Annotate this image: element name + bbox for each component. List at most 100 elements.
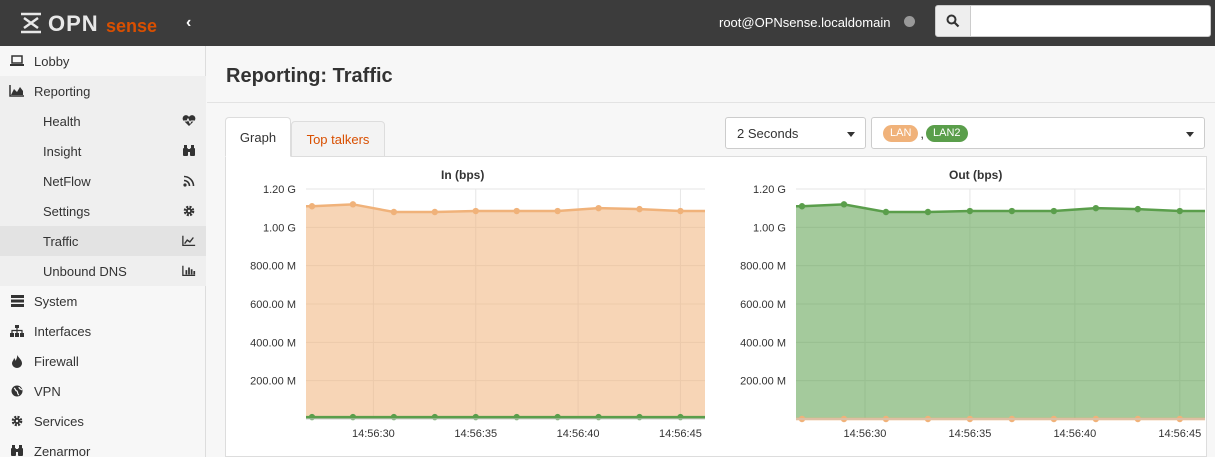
sidebar-item-reporting[interactable]: Reporting — [0, 76, 206, 106]
sidebar-item-interfaces[interactable]: Interfaces — [0, 316, 206, 346]
cog-icon — [182, 204, 196, 218]
x-tick-label: 14:56:35 — [454, 428, 497, 440]
x-tick-label: 14:56:30 — [844, 428, 887, 440]
chevron-down-icon — [847, 132, 855, 137]
sidebar-item-label: Unbound DNS — [43, 263, 127, 279]
graph-panel: In (bps) Out (bps) 14:56:30 14:56:35 14:56… — [225, 156, 1207, 457]
sidebar-item-insight[interactable]: Insight — [0, 136, 206, 166]
y-tick-label: 1.00 G — [263, 222, 296, 234]
sidebar-item-label: Health — [43, 113, 81, 129]
sidebar-item-lobby[interactable]: Lobby — [0, 46, 206, 76]
sidebar-item-label: Services — [34, 413, 84, 429]
sidebar-item-health[interactable]: Health — [0, 106, 206, 136]
sidebar-item-traffic[interactable]: Traffic — [0, 226, 206, 256]
sidebar-item-zenarmor[interactable]: Zenarmor — [0, 436, 206, 457]
y-tick-label: 200.00 M — [250, 376, 296, 388]
sidebar-item-label: Lobby — [34, 53, 70, 69]
x-tick-label: 14:56:35 — [949, 428, 992, 440]
sitemap-icon — [9, 325, 25, 337]
rss-icon — [182, 174, 196, 188]
interface-tag-lan2[interactable]: LAN2 — [926, 124, 968, 142]
data-point-lan2 — [1008, 207, 1016, 215]
heartbeat-icon — [182, 114, 196, 128]
search-button[interactable] — [935, 5, 971, 37]
data-point-lan — [595, 204, 602, 212]
tab-graph[interactable]: Graph — [225, 117, 291, 157]
sidebar-item-system[interactable]: System — [0, 286, 206, 316]
search-icon — [946, 14, 960, 28]
data-point-lan2 — [1050, 207, 1058, 215]
sidebar-item-label: System — [34, 293, 78, 309]
collapse-sidebar-button[interactable]: ‹ — [186, 14, 191, 32]
data-point-lan2 — [798, 203, 806, 210]
y-tick-label: 200.00 M — [740, 376, 786, 388]
sidebar-item-label: Firewall — [34, 353, 79, 369]
sidebar-item-services[interactable]: Services — [0, 406, 206, 436]
sidebar-item-vpn[interactable]: VPN — [0, 376, 206, 406]
data-point-lan — [431, 208, 439, 216]
sidebar-item-label: Settings — [43, 203, 90, 219]
sidebar-item-unbound-dns[interactable]: Unbound DNS — [0, 256, 206, 286]
data-point-lan2 — [1092, 204, 1100, 212]
sidebar-item-settings[interactable]: Settings — [0, 196, 206, 226]
fire-icon — [9, 354, 25, 368]
sidebar-item-label: Reporting — [34, 83, 91, 99]
binoculars-icon — [9, 445, 25, 457]
tab-top-talkers[interactable]: Top talkers — [291, 121, 385, 157]
sidebar-item-netflow[interactable]: NetFlow — [0, 166, 206, 196]
y-tick-label: 1.00 G — [753, 222, 786, 234]
y-tick-label: 1.20 G — [263, 184, 296, 196]
interface-separator: , — [920, 125, 925, 141]
top-navbar: OPN sense ‹ root@OPNsense.localdomain — [0, 0, 1215, 46]
y-tick-label: 400.00 M — [250, 337, 296, 349]
sidebar-item-firewall[interactable]: Firewall — [0, 346, 206, 376]
x-tick-label: 14:56:45 — [659, 428, 702, 440]
x-tick-label: 14:56:45 — [1158, 428, 1201, 440]
search-input[interactable] — [971, 5, 1211, 37]
series-area-lan — [306, 204, 705, 419]
svg-text:OPN: OPN — [48, 11, 99, 36]
data-point-lan2 — [924, 208, 932, 216]
svg-text:sense: sense — [106, 16, 157, 36]
data-point-lan — [677, 207, 684, 215]
series-area-lan2 — [796, 204, 1205, 419]
y-tick-label: 800.00 M — [250, 261, 296, 273]
y-tick-label: 600.00 M — [250, 299, 296, 311]
chart-out: 14:56:30 14:56:35 14:56:40 14:56:45 200.00 M… — [740, 184, 1205, 440]
sidebar-item-label: Traffic — [43, 233, 79, 249]
data-point-lan — [390, 208, 398, 216]
interval-select[interactable]: 2 Seconds — [725, 117, 866, 149]
data-point-lan2 — [840, 201, 848, 208]
chart-in: 14:56:30 14:56:35 14:56:40 14:56:45 200.00 M… — [250, 184, 705, 440]
x-tick-label: 14:56:30 — [352, 428, 395, 440]
data-point-lan2 — [882, 208, 890, 216]
sidebar: Lobby Reporting Health Insight NetFlow S… — [0, 46, 206, 457]
title-divider — [207, 102, 1215, 103]
opnsense-logo[interactable]: OPN sense — [18, 8, 168, 38]
x-tick-label: 14:56:40 — [1053, 428, 1096, 440]
laptop-icon — [9, 55, 25, 67]
area-chart-icon — [9, 85, 25, 97]
data-point-lan — [554, 207, 561, 215]
interface-tag-lan[interactable]: LAN — [883, 124, 919, 142]
sidebar-item-label: NetFlow — [43, 173, 91, 189]
data-point-lan2 — [1134, 205, 1142, 213]
binoculars-icon — [182, 144, 196, 158]
data-point-lan2 — [1176, 207, 1184, 215]
y-tick-label: 800.00 M — [740, 261, 786, 273]
y-tick-label: 1.20 G — [753, 184, 786, 196]
sidebar-item-label: Insight — [43, 143, 82, 159]
y-tick-label: 600.00 M — [740, 299, 786, 311]
line-chart-icon — [182, 234, 196, 248]
cog-icon — [9, 415, 25, 427]
bar-chart-icon — [182, 264, 196, 278]
interface-select[interactable]: LAN , LAN2 — [871, 117, 1205, 149]
sidebar-item-label: Zenarmor — [34, 443, 91, 457]
data-point-lan — [349, 201, 357, 208]
interval-value: 2 Seconds — [737, 125, 799, 141]
data-point-lan2 — [966, 207, 974, 215]
data-point-lan — [308, 203, 316, 210]
sidebar-item-label: VPN — [34, 383, 61, 399]
data-point-lan — [513, 207, 520, 215]
user-label[interactable]: root@OPNsense.localdomain — [719, 15, 890, 30]
